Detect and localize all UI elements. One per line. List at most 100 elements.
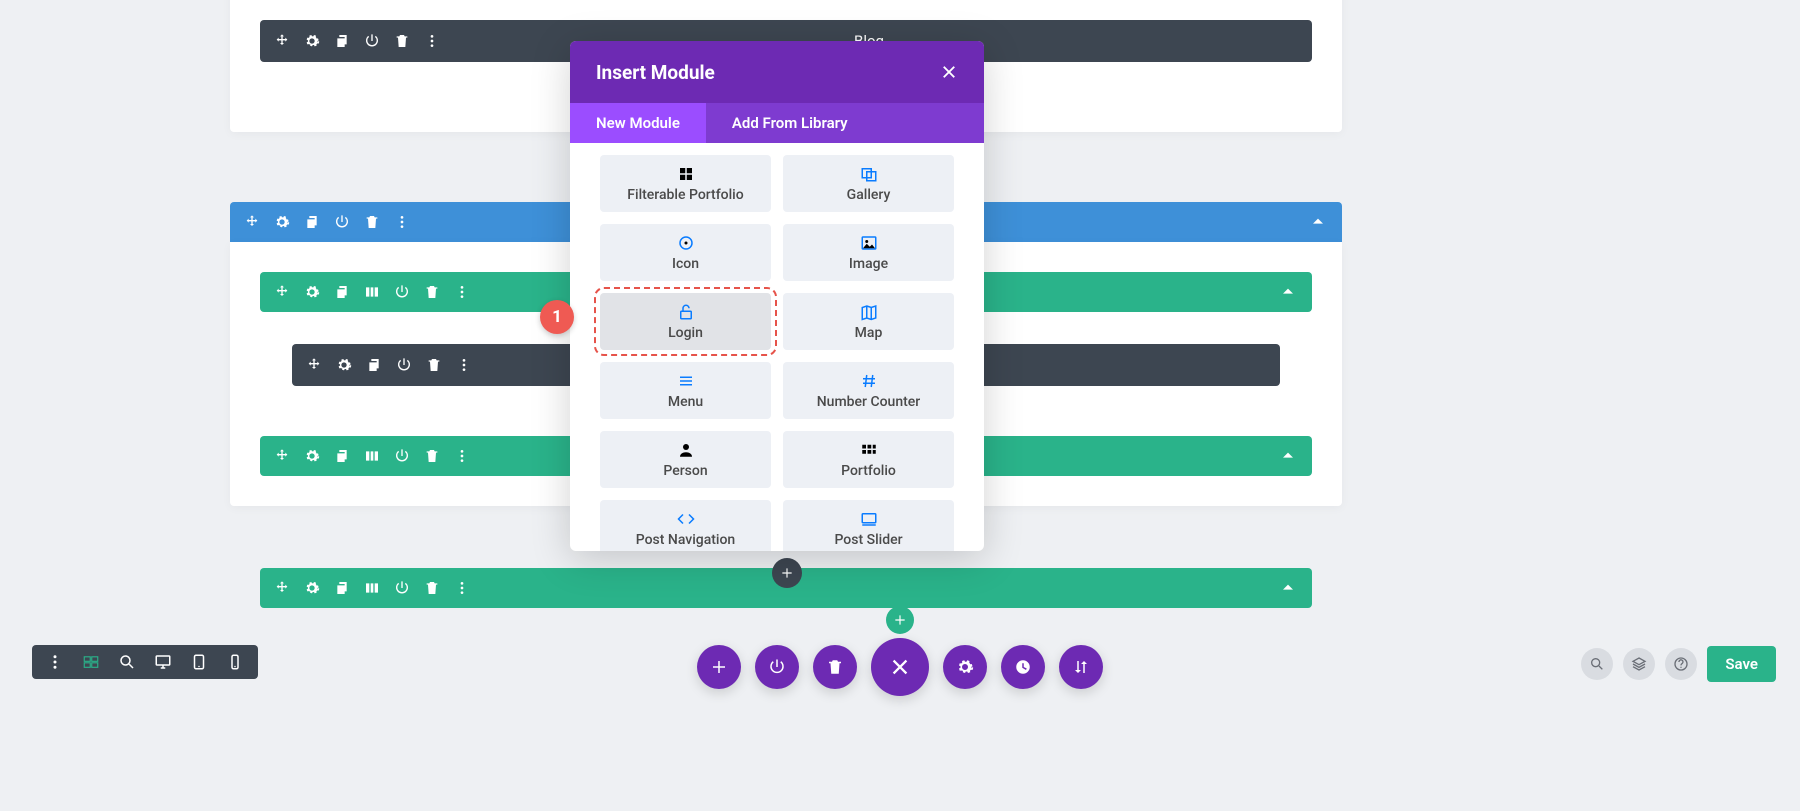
module-item-number-counter[interactable]: Number Counter <box>783 362 954 419</box>
lock-icon <box>677 303 695 321</box>
plus-bubble-button[interactable] <box>697 645 741 689</box>
person-icon <box>677 441 695 459</box>
duplicate-icon[interactable] <box>366 357 382 373</box>
power-icon[interactable] <box>394 284 410 300</box>
gear-icon[interactable] <box>304 448 320 464</box>
move-icon[interactable] <box>244 214 260 230</box>
module-item-label: Icon <box>672 256 699 272</box>
move-icon[interactable] <box>274 33 290 49</box>
more-icon[interactable] <box>394 214 410 230</box>
module-item-label: Number Counter <box>817 394 920 410</box>
module-item-icon[interactable]: Icon <box>600 224 771 281</box>
trash-icon[interactable] <box>394 33 410 49</box>
tablet-view-button[interactable] <box>190 653 208 671</box>
duplicate-icon[interactable] <box>334 33 350 49</box>
module-item-label: Person <box>663 463 707 479</box>
gear-icon[interactable] <box>304 33 320 49</box>
gear-icon[interactable] <box>304 580 320 596</box>
close-bubble-button[interactable] <box>871 638 929 696</box>
sort-bubble-button[interactable] <box>1059 645 1103 689</box>
move-icon[interactable] <box>274 448 290 464</box>
module-item-label: Filterable Portfolio <box>627 187 743 203</box>
history-bubble-button[interactable] <box>1001 645 1045 689</box>
duplicate-icon[interactable] <box>334 580 350 596</box>
more-icon[interactable] <box>454 284 470 300</box>
module-item-gallery[interactable]: Gallery <box>783 155 954 212</box>
image-icon <box>860 234 878 252</box>
duplicate-icon[interactable] <box>334 448 350 464</box>
gear-icon[interactable] <box>304 284 320 300</box>
add-row-button[interactable] <box>886 606 914 634</box>
grid6-icon <box>860 441 878 459</box>
callout-badge: 1 <box>540 300 574 334</box>
columns-icon[interactable] <box>364 284 380 300</box>
trash-bubble-button[interactable] <box>813 645 857 689</box>
chevron-up-icon[interactable] <box>1278 282 1298 302</box>
module-item-label: Menu <box>668 394 703 410</box>
power-icon[interactable] <box>364 33 380 49</box>
module-item-label: Post Navigation <box>636 532 735 548</box>
columns-icon[interactable] <box>364 580 380 596</box>
more-icon[interactable] <box>424 33 440 49</box>
phone-view-button[interactable] <box>226 653 244 671</box>
power-bubble-button[interactable] <box>755 645 799 689</box>
zoom-button[interactable] <box>1581 648 1613 680</box>
hash-icon <box>860 372 878 390</box>
zoom-view-button[interactable] <box>118 653 136 671</box>
power-icon[interactable] <box>394 448 410 464</box>
chevron-up-icon[interactable] <box>1278 446 1298 466</box>
columns-icon[interactable] <box>364 448 380 464</box>
duplicate-icon[interactable] <box>334 284 350 300</box>
code-icon <box>677 510 695 528</box>
trash-icon[interactable] <box>426 357 442 373</box>
module-item-menu[interactable]: Menu <box>600 362 771 419</box>
target-icon <box>677 234 695 252</box>
save-button[interactable]: Save <box>1707 646 1776 682</box>
module-item-person[interactable]: Person <box>600 431 771 488</box>
layers-button[interactable] <box>1623 648 1655 680</box>
tab-new-module[interactable]: New Module <box>570 103 706 143</box>
close-icon[interactable] <box>940 63 958 81</box>
module-item-portfolio[interactable]: Portfolio <box>783 431 954 488</box>
move-icon[interactable] <box>274 580 290 596</box>
trash-icon[interactable] <box>424 284 440 300</box>
desktop-view-button[interactable] <box>154 653 172 671</box>
chevron-up-icon[interactable] <box>1308 212 1328 232</box>
module-item-label: Image <box>849 256 888 272</box>
tab-add-from-library[interactable]: Add From Library <box>706 103 874 143</box>
modal-title: Insert Module <box>596 61 715 84</box>
module-item-map[interactable]: Map <box>783 293 954 350</box>
module-item-filterable-portfolio[interactable]: Filterable Portfolio <box>600 155 771 212</box>
help-button[interactable] <box>1665 648 1697 680</box>
move-icon[interactable] <box>306 357 322 373</box>
gear-icon[interactable] <box>274 214 290 230</box>
trash-icon[interactable] <box>364 214 380 230</box>
power-icon[interactable] <box>396 357 412 373</box>
view-toolbar <box>32 645 258 679</box>
duplicate-icon[interactable] <box>304 214 320 230</box>
menu-icon <box>677 372 695 390</box>
wire-view-button[interactable] <box>82 653 100 671</box>
action-bubble-row <box>697 638 1103 696</box>
power-icon[interactable] <box>334 214 350 230</box>
module-item-label: Post Slider <box>834 532 902 548</box>
gear-bubble-button[interactable] <box>943 645 987 689</box>
module-item-login[interactable]: Login <box>600 293 771 350</box>
more-icon[interactable] <box>456 357 472 373</box>
module-item-image[interactable]: Image <box>783 224 954 281</box>
slider-icon <box>860 510 878 528</box>
module-item-post-navigation[interactable]: Post Navigation <box>600 500 771 551</box>
more-icon[interactable] <box>454 580 470 596</box>
module-item-label: Gallery <box>847 187 891 203</box>
trash-icon[interactable] <box>424 448 440 464</box>
module-item-post-slider[interactable]: Post Slider <box>783 500 954 551</box>
chevron-up-icon[interactable] <box>1278 578 1298 598</box>
gear-icon[interactable] <box>336 357 352 373</box>
grid4-icon <box>677 165 695 183</box>
add-module-dark-button[interactable] <box>772 558 802 588</box>
dots-view-button[interactable] <box>46 653 64 671</box>
trash-icon[interactable] <box>424 580 440 596</box>
move-icon[interactable] <box>274 284 290 300</box>
power-icon[interactable] <box>394 580 410 596</box>
more-icon[interactable] <box>454 448 470 464</box>
